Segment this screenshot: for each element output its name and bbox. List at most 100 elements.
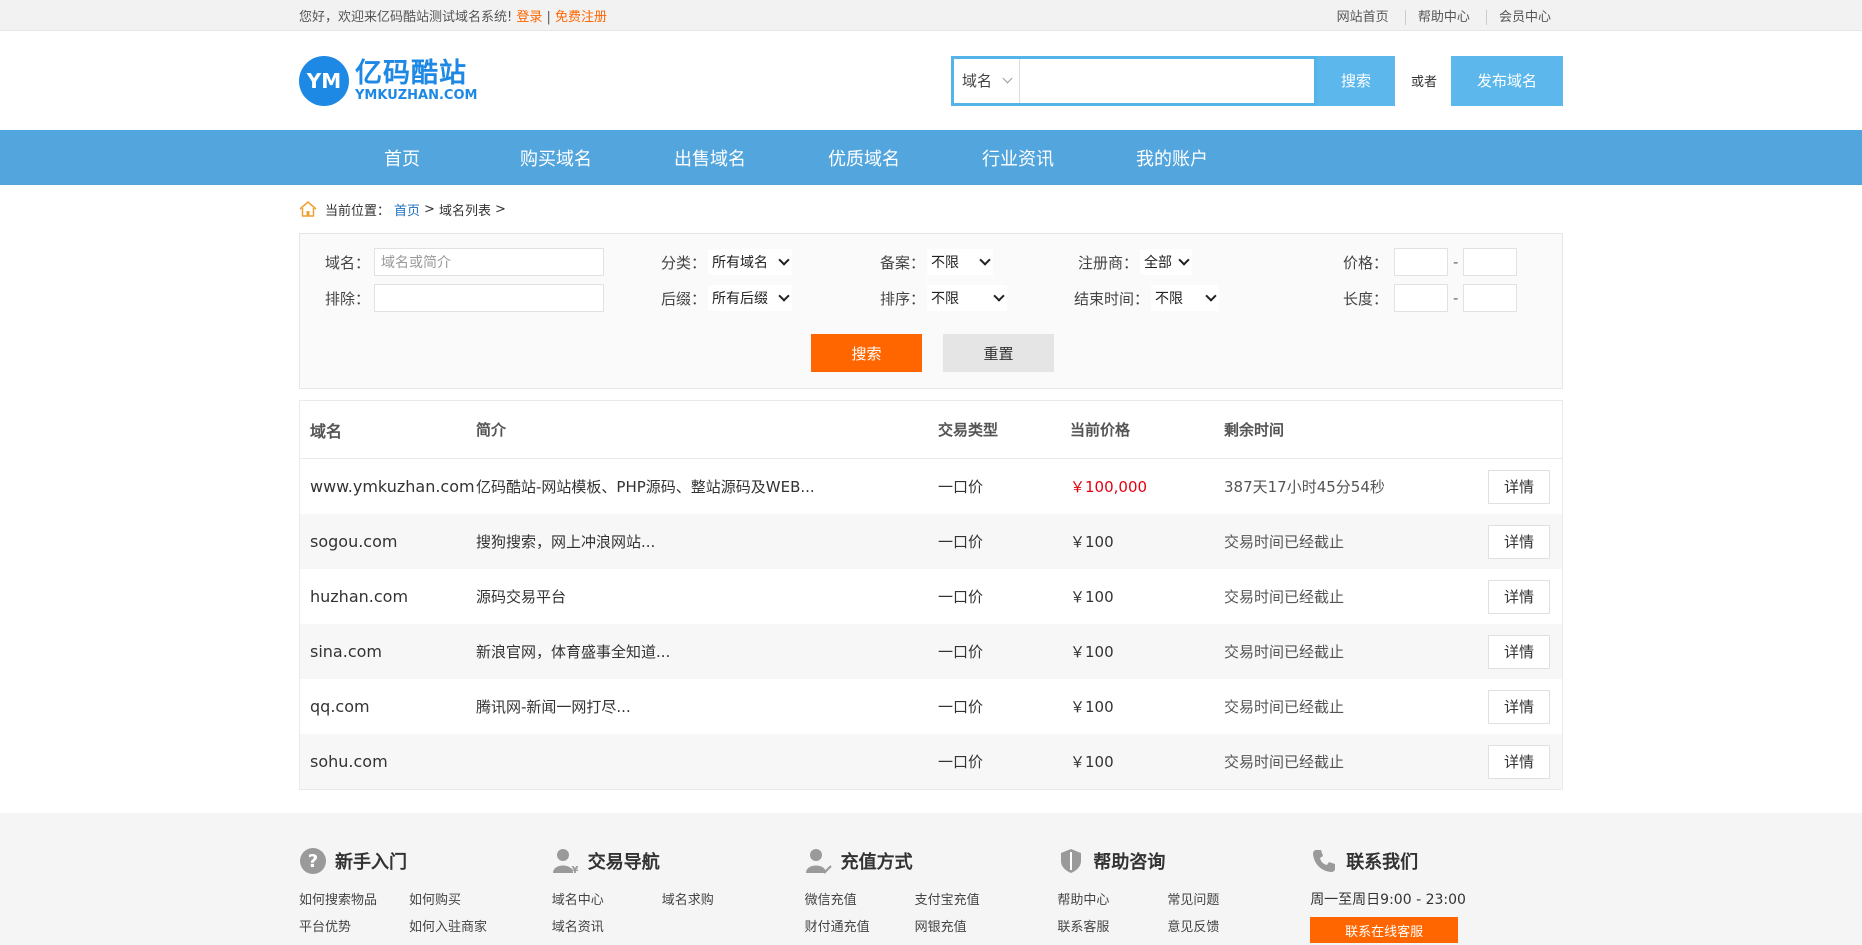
- footer-link[interactable]: 支付宝充值: [915, 889, 1025, 908]
- search-input[interactable]: [1019, 58, 1314, 103]
- price-min-input[interactable]: [1394, 248, 1449, 276]
- col-domain: 域名: [310, 421, 343, 441]
- length-min-input[interactable]: [1394, 284, 1449, 312]
- sort-select[interactable]: 不限: [927, 285, 1008, 311]
- domain-filter-label: 域名：: [325, 253, 371, 272]
- top-link-help[interactable]: 帮助中心: [1404, 9, 1482, 25]
- publish-domain-button[interactable]: 发布域名: [1451, 55, 1563, 106]
- remaining-time: 交易时间已经截止: [1224, 643, 1345, 661]
- chevron-down-icon: [778, 254, 790, 266]
- chevron-down-icon: [1178, 254, 1190, 266]
- detail-button[interactable]: 详情: [1488, 744, 1550, 779]
- logo-icon: YM: [299, 55, 349, 106]
- endtime-select[interactable]: 不限: [1151, 285, 1220, 311]
- domain-table: 域名 简介 交易类型 当前价格 剩余时间 www.ymkuzhan.com 亿码…: [299, 400, 1563, 790]
- detail-button[interactable]: 详情: [1488, 634, 1550, 669]
- separator: |: [546, 9, 551, 25]
- table-header: 域名 简介 交易类型 当前价格 剩余时间: [300, 401, 1562, 459]
- detail-button[interactable]: 详情: [1488, 579, 1550, 614]
- exclude-input[interactable]: [374, 284, 605, 312]
- price-label: 价格：: [1343, 253, 1389, 272]
- footer-col-title: 帮助咨询: [1093, 852, 1166, 873]
- phone-icon: [1313, 850, 1336, 872]
- filter-reset-button[interactable]: 重置: [943, 334, 1054, 372]
- record-select[interactable]: 不限: [927, 249, 994, 275]
- footer-col-title: 交易导航: [587, 852, 660, 873]
- price-max-input[interactable]: [1463, 248, 1518, 276]
- footer-col-contact: 联系我们 周一至周日9:00 - 23:00 联系在线客服: [1310, 847, 1563, 943]
- length-label: 长度：: [1343, 289, 1389, 308]
- filter-search-button[interactable]: 搜索: [811, 334, 922, 372]
- price: ￥100: [1070, 698, 1114, 716]
- header: YM 亿码酷站 YMKUZHAN.COM 域名 搜索 或者 发布域名: [0, 31, 1862, 130]
- logo-subtitle: YMKUZHAN.COM: [355, 87, 478, 103]
- category-select[interactable]: 所有域名: [708, 249, 793, 275]
- domain-name[interactable]: qq.com: [300, 697, 476, 716]
- nav-item-premium[interactable]: 优质域名: [787, 145, 941, 171]
- domain-name[interactable]: huzhan.com: [300, 587, 476, 606]
- top-link-home[interactable]: 网站首页: [1325, 10, 1401, 25]
- remaining-time: 交易时间已经截止: [1224, 698, 1345, 716]
- search-type-select[interactable]: 域名: [954, 58, 1020, 103]
- footer-col-title: 联系我们: [1346, 852, 1419, 873]
- top-link-member[interactable]: 会员中心: [1485, 9, 1563, 25]
- domain-filter-input[interactable]: 域名或简介: [374, 248, 605, 276]
- footer-link[interactable]: 帮助中心: [1057, 889, 1167, 908]
- detail-button[interactable]: 详情: [1488, 689, 1550, 724]
- domain-name[interactable]: www.ymkuzhan.com: [300, 477, 476, 496]
- header-search: 域名 搜索 或者 发布域名: [950, 55, 1563, 106]
- domain-name[interactable]: sina.com: [300, 642, 476, 661]
- detail-button[interactable]: 详情: [1488, 469, 1550, 504]
- footer-link[interactable]: 微信充值: [805, 889, 915, 908]
- online-service-button[interactable]: 联系在线客服: [1310, 917, 1459, 943]
- nav-item-news[interactable]: 行业资讯: [941, 145, 1095, 171]
- welcome-text: 您好，欢迎来亿码酷站测试域名系统!: [299, 9, 513, 25]
- footer-link[interactable]: 平台优势: [299, 916, 409, 935]
- footer-link[interactable]: 意见反馈: [1167, 916, 1277, 935]
- footer-link[interactable]: 常见问题: [1167, 889, 1277, 908]
- logo[interactable]: YM 亿码酷站 YMKUZHAN.COM: [299, 55, 478, 106]
- footer-link[interactable]: 联系客服: [1057, 916, 1167, 935]
- footer-link[interactable]: 如何购买: [409, 889, 519, 908]
- svg-text:?: ?: [308, 851, 318, 872]
- trade-type: 一口价: [938, 478, 984, 496]
- or-text: 或者: [1410, 75, 1437, 90]
- domain-desc: 亿码酷站-网站模板、PHP源码、整站源码及WEB...: [476, 478, 815, 496]
- footer-link[interactable]: 如何入驻商家: [409, 916, 519, 935]
- nav-item-buy[interactable]: 购买域名: [479, 145, 633, 171]
- footer-link[interactable]: 如何搜索物品: [299, 889, 409, 908]
- footer-link[interactable]: 域名中心: [552, 889, 662, 908]
- footer-col-trade: ¥ 交易导航 域名中心 域名求购 域名资讯: [552, 847, 805, 943]
- table-row: sina.com 新浪官网，体育盛事全知道... 一口价 ￥100 交易时间已经…: [300, 624, 1562, 679]
- domain-name[interactable]: sohu.com: [300, 752, 476, 771]
- nav-item-home[interactable]: 首页: [325, 145, 479, 171]
- nav-item-sell[interactable]: 出售域名: [633, 145, 787, 171]
- search-box: 域名: [950, 55, 1317, 106]
- chevron-down-icon: [993, 290, 1005, 302]
- breadcrumb-label: 当前位置：: [325, 203, 391, 219]
- login-link[interactable]: 登录: [516, 10, 542, 25]
- contact-time: 周一至周日9:00 - 23:00: [1310, 892, 1466, 908]
- register-link[interactable]: 免费注册: [555, 10, 607, 25]
- trade-type: 一口价: [938, 588, 984, 606]
- breadcrumb-home[interactable]: 首页: [394, 200, 420, 219]
- registrar-label: 注册商：: [1078, 253, 1139, 272]
- filter-panel: 域名： 域名或简介 分类： 所有域名 备案： 不限 注册商： 全部 价格： -: [299, 233, 1563, 389]
- footer-link[interactable]: 网银充值: [915, 916, 1025, 935]
- footer-link[interactable]: 域名求购: [662, 889, 772, 908]
- domain-desc: 源码交易平台: [476, 588, 567, 606]
- search-button[interactable]: 搜索: [1316, 55, 1395, 106]
- exclude-label: 排除：: [325, 289, 371, 308]
- remaining-time: 交易时间已经截止: [1224, 753, 1345, 771]
- detail-button[interactable]: 详情: [1488, 524, 1550, 559]
- remaining-time: 交易时间已经截止: [1224, 533, 1345, 551]
- suffix-select[interactable]: 所有后缀: [708, 285, 793, 311]
- nav-item-account[interactable]: 我的账户: [1095, 145, 1249, 171]
- footer-link[interactable]: 域名资讯: [552, 916, 662, 935]
- footer-link[interactable]: 财付通充值: [805, 916, 915, 935]
- registrar-select[interactable]: 全部: [1140, 249, 1193, 275]
- length-max-input[interactable]: [1463, 284, 1518, 312]
- top-bar: 您好，欢迎来亿码酷站测试域名系统! 登录 | 免费注册 网站首页 帮助中心 会员…: [0, 0, 1862, 31]
- chevron-down-icon: [1205, 290, 1217, 302]
- domain-name[interactable]: sogou.com: [300, 532, 476, 551]
